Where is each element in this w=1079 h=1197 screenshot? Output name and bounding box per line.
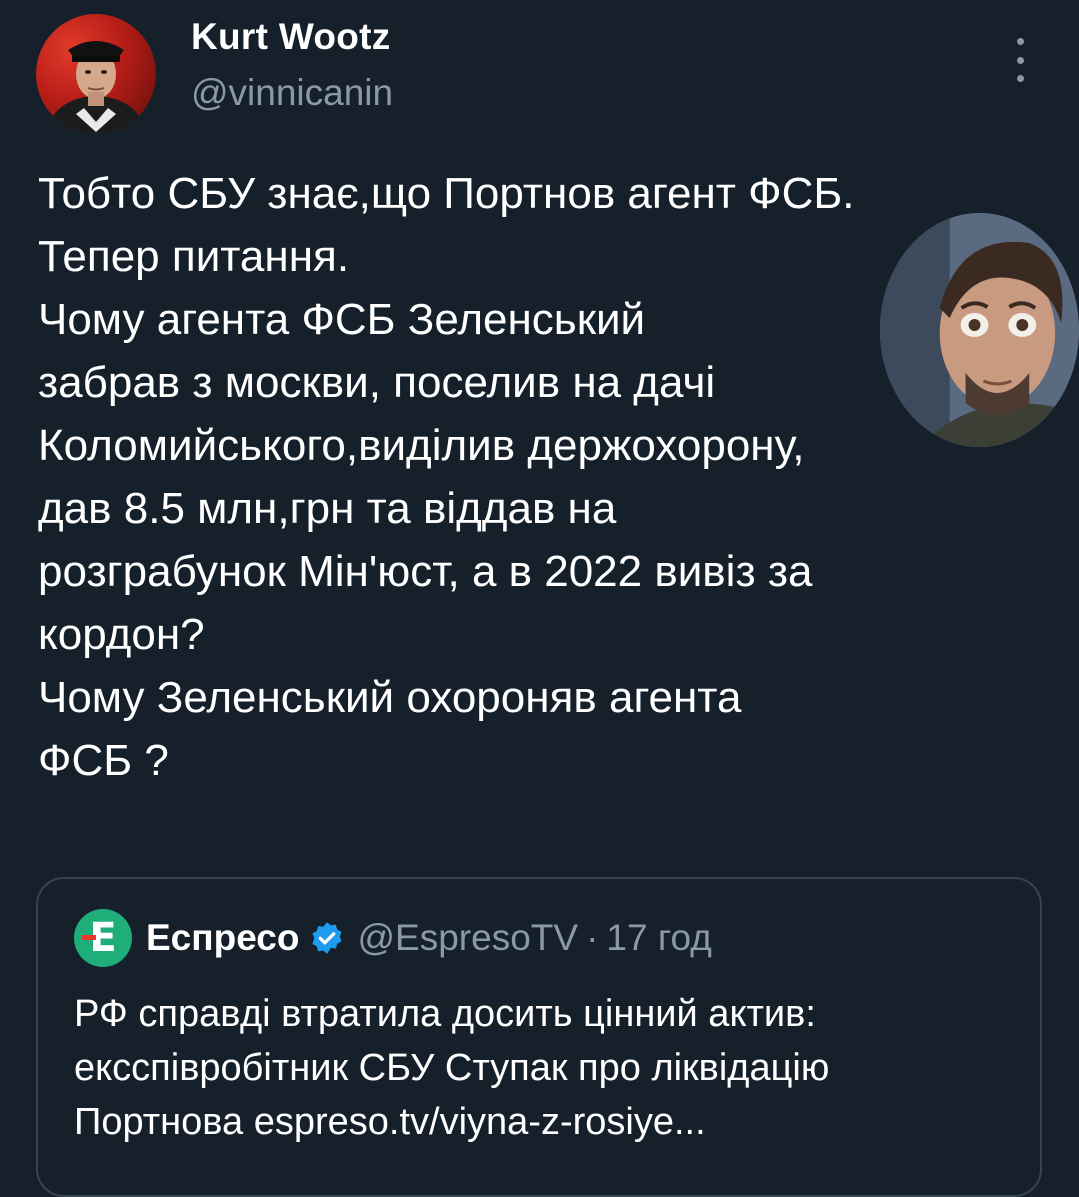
author-handle[interactable]: @vinnicanin: [191, 72, 393, 114]
overlay-face-image: [880, 213, 1079, 447]
tweet-text-line: Тобто СБУ знає,що Портнов агент ФСБ.: [38, 169, 855, 218]
tweet-text-line: розграбунок Мін'юст, а в 2022 вивіз за: [38, 547, 813, 596]
more-options-button[interactable]: [1004, 38, 1036, 82]
quoted-tweet-header: Е Еспресо @EspresoTV · 17 год: [74, 909, 712, 967]
more-vertical-icon-dot: [1016, 56, 1024, 64]
espreso-logo-avatar[interactable]: Е: [74, 909, 132, 967]
verified-badge-icon: [312, 922, 343, 954]
tweet-text: Тобто СБУ знає,що Портнов агент ФСБ. Теп…: [38, 162, 1048, 792]
quoted-text-line: РФ справді втратила досить цінний актив:: [74, 993, 816, 1035]
separator-dot: ·: [586, 917, 599, 958]
author-avatar[interactable]: [36, 14, 156, 134]
tweet-text-line: ФСБ ?: [38, 736, 169, 785]
quoted-tweet-text: РФ справді втратила досить цінний актив:…: [74, 987, 1024, 1149]
tweet-text-line: кордон?: [38, 610, 205, 659]
quoted-text-line: ексспівробітник СБУ Ступак про ліквідаці…: [74, 1047, 830, 1089]
quoted-text-line: Портнова espreso.tv/viyna-z-rosiye...: [74, 1101, 706, 1143]
more-vertical-icon: [1016, 38, 1024, 45]
quoted-tweet-time[interactable]: 17 год: [606, 917, 711, 959]
tweet-text-line: Коломийського,виділив держохорону,: [38, 421, 805, 470]
author-avatar-image: [48, 41, 144, 134]
tweet[interactable]: Kurt Wootz @vinnicanin Тобто СБУ знає,що…: [0, 0, 1079, 1197]
author-display-name[interactable]: Kurt Wootz: [191, 16, 391, 58]
quoted-author-name[interactable]: Еспресо: [146, 917, 299, 959]
espreso-logo-accent: [82, 935, 96, 940]
quoted-tweet-card[interactable]: Е Еспресо @EspresoTV · 17 год РФ справді…: [36, 877, 1042, 1197]
more-vertical-icon-dot: [1016, 75, 1024, 82]
tweet-text-line: Чому Зеленський охороняв агента: [38, 673, 742, 722]
quoted-author-handle[interactable]: @EspresoTV: [357, 917, 578, 959]
tweet-text-line: дав 8.5 млн,грн та віддав на: [38, 484, 617, 533]
face-photo: [880, 213, 1079, 447]
